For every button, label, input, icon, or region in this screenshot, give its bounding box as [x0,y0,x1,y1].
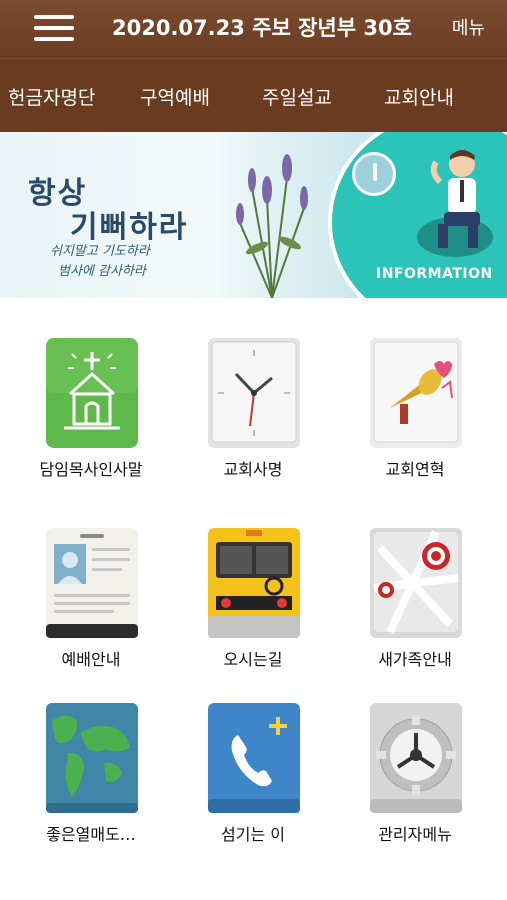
banner-line-4: 범사에 감사하라 [58,264,146,279]
page-title: 2020.07.23 주보 장년부 30호 [112,16,412,40]
grid-item-admin-menu[interactable]: 관리자메뉴 [340,663,490,844]
trumpet-icon [370,338,462,448]
tab-offering-list[interactable]: 헌금자명단 [8,83,95,110]
church-icon [46,338,138,448]
lavender-illustration-icon [236,154,308,298]
phone-add-icon [208,703,300,813]
grid-item-church-mission[interactable]: 교회사명 [178,298,328,479]
top-bar: 2020.07.23 주보 장년부 30호 메뉴 [0,0,507,58]
grid-item-worship-info[interactable]: 예배안내 [16,488,166,669]
map-pin-icon [370,528,462,638]
hamburger-menu-icon[interactable] [34,14,74,42]
grid-item-label: 교회연혁 [385,460,445,479]
id-card-icon [46,528,138,638]
bus-icon [208,528,300,638]
tab-district-worship[interactable]: 구역예배 [140,83,210,110]
gear-icon [370,703,462,813]
grid-item-directions[interactable]: 오시는길 [178,488,328,669]
banner-line-3: 쉬지말고 기도하라 [50,244,150,259]
grid-item-good-fruit[interactable]: 좋은열매도… [16,663,166,844]
speech-bubble-icon [352,152,396,196]
menu-button[interactable]: 메뉴 [452,14,485,40]
menu-grid: 담임목사인사말 교회사명 교회연혁 예배안내 오시는길 새가족안내 좋은열매도…… [0,298,507,900]
grid-item-new-family[interactable]: 새가족안내 [340,488,490,669]
tab-sunday-sermon[interactable]: 주일설교 [262,83,332,110]
grid-item-label: 좋은열매도… [46,825,136,844]
grid-item-label: 담임목사인사말 [39,460,143,479]
grid-item-church-history[interactable]: 교회연혁 [340,298,490,479]
grid-item-label: 교회사명 [223,460,283,479]
grid-item-servants[interactable]: 섬기는 이 [178,663,328,844]
globe-icon [46,703,138,813]
grid-item-label: 섬기는 이 [221,825,285,844]
grid-item-pastor-greeting[interactable]: 담임목사인사말 [16,298,166,479]
grid-item-label: 관리자메뉴 [378,825,452,844]
information-label: INFORMATION [376,266,493,282]
tab-bar: 헌금자명단 구역예배 주일설교 교회안내 [0,58,507,132]
person-illustration-icon [417,150,493,257]
clock-icon [208,338,300,448]
tab-church-info[interactable]: 교회안내 [384,83,454,110]
banner: 항상 기뻐하라 쉬지말고 기도하라 범사에 감사하라 INFORMATION [0,132,507,298]
